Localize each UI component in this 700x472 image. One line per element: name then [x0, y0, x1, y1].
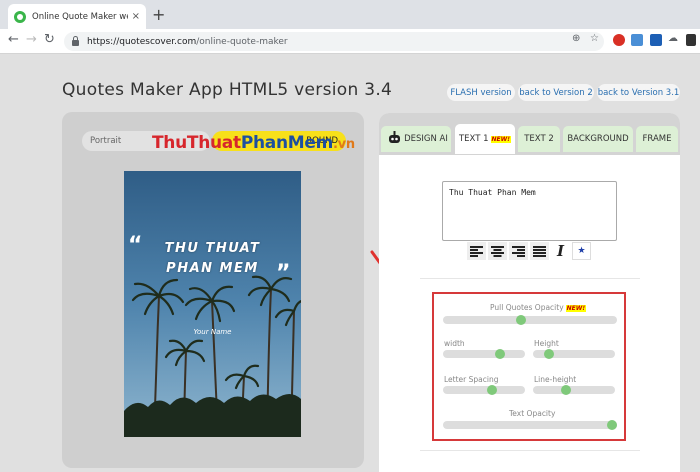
page-title: Quotes Maker App HTML5 version 3.4 — [62, 80, 393, 100]
tab-background[interactable]: BACKGROUND — [563, 126, 633, 152]
browser-tab-strip: Online Quote Maker web applica × + — [0, 0, 700, 29]
bookmark-star-icon[interactable]: ☆ — [590, 33, 599, 44]
align-left-icon — [470, 245, 483, 257]
tab-frame[interactable]: FRAME — [636, 126, 678, 152]
quote-image-preview[interactable]: “ THU THUAT PHAN MEM ” Your Name — [124, 171, 301, 437]
quote-close-mark: ” — [276, 261, 291, 286]
quote-text-input[interactable] — [442, 181, 617, 241]
align-right-icon — [512, 245, 525, 257]
tab-design-ai-label: DESIGN AI — [404, 134, 448, 144]
align-justify-icon — [533, 245, 546, 257]
pull-quotes-opacity-label: Pull Quotes Opacity NEW! — [490, 303, 587, 312]
section-divider-bottom — [420, 450, 640, 451]
slider-handle[interactable] — [495, 349, 506, 359]
align-left-button[interactable] — [467, 242, 486, 260]
italic-button[interactable]: I — [551, 242, 570, 260]
browser-toolbar: ← → ↻ https://quotescover.com/online-quo… — [0, 29, 700, 54]
robot-icon — [389, 131, 400, 143]
address-bar[interactable]: https://quotescover.com/online-quote-mak… — [64, 32, 604, 51]
lock-icon — [72, 36, 79, 46]
new-badge: NEW! — [490, 135, 512, 143]
align-right-button[interactable] — [509, 242, 528, 260]
slider-handle[interactable] — [516, 315, 527, 325]
pull-quotes-opacity-slider[interactable] — [443, 315, 617, 325]
slider-handle[interactable] — [560, 385, 571, 395]
slider-handle[interactable] — [487, 385, 498, 395]
back-icon[interactable]: ← — [8, 32, 19, 47]
reload-icon[interactable]: ↻ — [44, 32, 55, 47]
palm-tree-background — [124, 171, 301, 437]
tab-text-1[interactable]: TEXT 1 NEW! — [455, 124, 515, 154]
site-favicon-icon — [14, 10, 26, 23]
quote-line-1: THU THUAT — [164, 241, 261, 256]
letter-spacing-label: Letter Spacing — [444, 375, 499, 384]
version-2-link[interactable]: back to Version 2 — [518, 84, 594, 101]
line-height-label: Line-height — [534, 375, 577, 384]
tab-text-2-label: TEXT 2 — [524, 134, 554, 144]
watermark-logo: ThuThuatPhanMem.vn — [152, 133, 355, 153]
height-slider[interactable] — [533, 349, 615, 359]
special-character-button[interactable]: ★ — [572, 242, 591, 260]
translate-icon[interactable]: ⊕ — [572, 33, 580, 44]
extension-red-icon[interactable] — [613, 34, 625, 46]
version-3-1-link[interactable]: back to Version 3.1 — [597, 84, 680, 101]
download-extension-icon[interactable] — [650, 34, 662, 46]
quote-text-overlay[interactable]: THU THUAT PHAN MEM — [124, 239, 301, 279]
align-center-icon — [491, 245, 504, 257]
forward-icon[interactable]: → — [26, 32, 37, 47]
new-tab-icon[interactable]: + — [152, 5, 165, 24]
line-height-slider[interactable] — [533, 385, 615, 395]
url-host: https://quotescover.com — [87, 36, 197, 47]
quote-author[interactable]: Your Name — [124, 328, 301, 336]
slider-handle[interactable] — [544, 349, 555, 359]
close-tab-icon[interactable]: × — [132, 11, 140, 22]
profile-icon[interactable] — [686, 34, 696, 46]
tab-frame-label: FRAME — [642, 134, 672, 144]
width-label: width — [444, 339, 465, 348]
tab-text-1-label: TEXT 1 — [458, 134, 489, 144]
cloud-icon[interactable]: ☁ — [668, 33, 678, 44]
section-divider — [420, 278, 640, 279]
flash-version-link[interactable]: FLASH version — [447, 84, 515, 101]
extension-blue-icon[interactable] — [631, 34, 643, 46]
align-justify-button[interactable] — [530, 242, 549, 260]
tab-text-2[interactable]: TEXT 2 — [518, 126, 560, 152]
tab-background-label: BACKGROUND — [567, 134, 629, 144]
slider-highlight-box — [432, 292, 626, 441]
browser-tab[interactable]: Online Quote Maker web applica × — [8, 4, 146, 29]
slider-handle[interactable] — [607, 420, 617, 430]
width-slider[interactable] — [443, 349, 525, 359]
height-label: Height — [534, 339, 559, 348]
align-center-button[interactable] — [488, 242, 507, 260]
text-opacity-label: Text Opacity — [509, 409, 556, 418]
browser-tab-title: Online Quote Maker web applica — [32, 11, 128, 22]
quote-line-2: PHAN MEM — [166, 261, 259, 276]
text-opacity-slider[interactable] — [443, 420, 617, 430]
letter-spacing-slider[interactable] — [443, 385, 525, 395]
url-path: /online-quote-maker — [196, 36, 288, 47]
